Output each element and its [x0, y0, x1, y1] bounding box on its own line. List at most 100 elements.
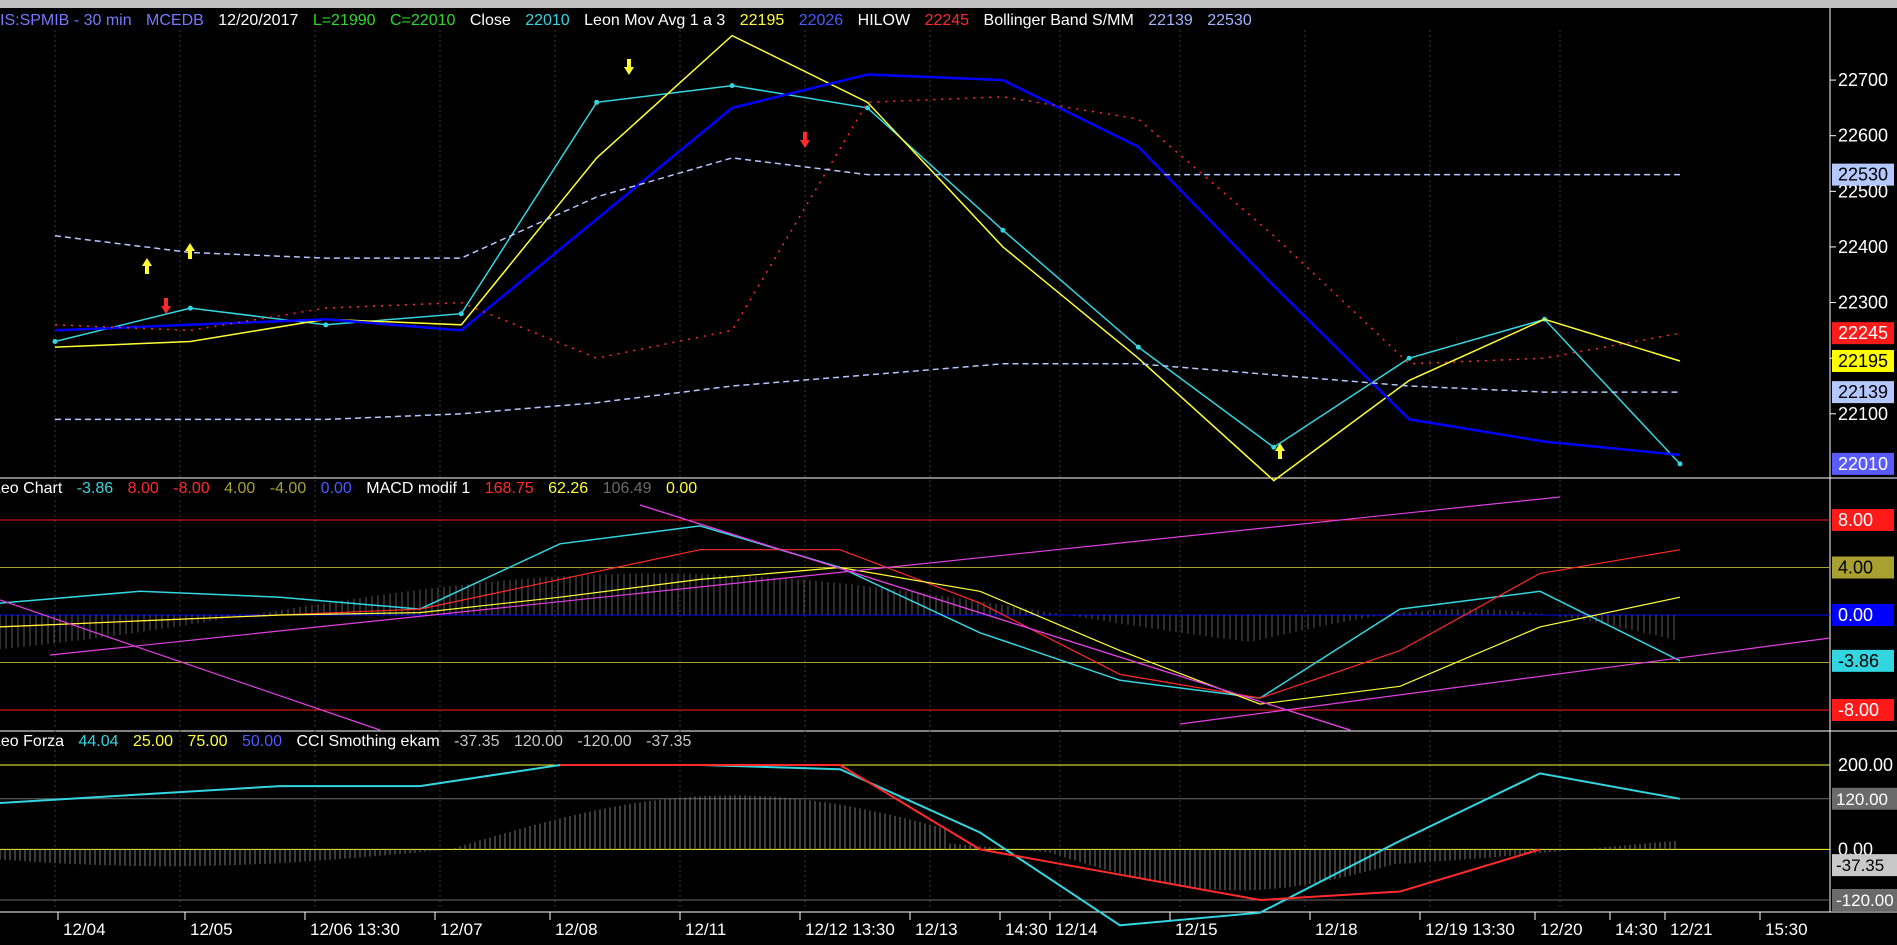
- cci-value-3: -120.00: [577, 733, 632, 750]
- close-point: [729, 83, 735, 89]
- macd-label: MACD modif 1: [366, 480, 471, 497]
- x-axis-label: 12/19 13:30: [1425, 920, 1515, 939]
- forza-tag-label: 120.00: [1836, 790, 1888, 809]
- close-point: [52, 339, 58, 344]
- x-axis-label: 12/21: [1670, 920, 1713, 939]
- leo-tag-label: -8.00: [1838, 700, 1879, 720]
- x-axis-label: 12/13: [915, 920, 958, 939]
- sell-arrow-icon: [800, 132, 810, 148]
- cci-label: CCI Smothing ekam: [296, 733, 440, 750]
- cci-value-4: -37.35: [646, 733, 692, 750]
- close-point: [1000, 227, 1006, 233]
- x-axis-label: 12/18: [1315, 920, 1358, 939]
- x-axis-label: 12/08: [555, 920, 598, 939]
- close-point: [594, 99, 600, 105]
- close-point: [1677, 461, 1683, 467]
- forza-value-3: 75.00: [187, 733, 228, 750]
- forza-value-1: 44.04: [78, 733, 119, 750]
- series-line: [54, 84, 1681, 465]
- close-series-value: 22010: [525, 12, 570, 29]
- close-point: [187, 305, 193, 311]
- price-tag-label: 22010: [1838, 454, 1888, 474]
- close-point: [323, 322, 329, 328]
- y-tick-label: 22400: [1838, 237, 1888, 257]
- macd-value-2: 62.26: [548, 480, 589, 497]
- x-axis-label: 12/05: [190, 920, 233, 939]
- forza-tag-label: -120.00: [1836, 891, 1894, 910]
- sell-arrow-icon: [161, 298, 171, 314]
- series-line: [55, 363, 1680, 421]
- forza-tag-label: -37.35: [1836, 856, 1884, 875]
- hilow-value: 22245: [924, 12, 970, 29]
- main-panel-header: IS:SPMIB - 30 min MCEDB 12/20/2017 L=219…: [0, 12, 1262, 30]
- x-axis-label: 12/04: [63, 920, 106, 939]
- y-tick-label: 22300: [1838, 293, 1888, 313]
- x-axis-label: 12/15: [1175, 920, 1218, 939]
- trend-line: [639, 504, 1351, 731]
- window-toolbar-strip: [0, 0, 1897, 8]
- price-tag-label: 22195: [1838, 351, 1888, 371]
- x-axis-label: 12/20: [1540, 920, 1583, 939]
- hilow-label: HILOW: [857, 12, 911, 29]
- price-tag-label: 22139: [1838, 382, 1888, 402]
- macd-value-3: 106.49: [602, 480, 652, 497]
- macd-value-4: 0.00: [666, 480, 698, 497]
- cci-value-2: 120.00: [513, 733, 563, 750]
- symbol-label: IS:SPMIB - 30 min: [0, 12, 132, 29]
- series-line: [54, 157, 1680, 259]
- leo-tag-label: 0.00: [1838, 605, 1873, 625]
- macd-value-1: 168.75: [484, 480, 534, 497]
- close-point: [458, 311, 464, 317]
- close-eq-label: C=22010: [390, 12, 456, 29]
- leo-tag-label: 8.00: [1838, 510, 1873, 530]
- chart-stage: 2270022600225002240022300222002210022530…: [0, 0, 1897, 940]
- low-label: L=21990: [312, 12, 376, 29]
- x-axis-label: 12/14: [1055, 920, 1098, 939]
- leo-tag-label: -3.86: [1838, 651, 1879, 671]
- x-axis-label: 12/11: [685, 920, 726, 939]
- x-axis-label: 12/12 13:30: [805, 920, 895, 939]
- leo-value-2: 8.00: [127, 480, 159, 497]
- ma-series-label: Leon Mov Avg 1 a 3: [584, 12, 726, 29]
- leo-tag-label: 4.00: [1838, 558, 1873, 578]
- bollinger-label: Bollinger Band S/MM: [983, 12, 1134, 29]
- x-axis-label: 14:30: [1615, 920, 1658, 939]
- y-tick-label: 22700: [1838, 70, 1888, 90]
- leo-value-1: -3.86: [76, 480, 114, 497]
- close-point: [1135, 344, 1141, 350]
- forza-value-4: 50.00: [242, 733, 283, 750]
- sell-arrow-icon: [624, 59, 634, 75]
- leo-panel-header: Leo Chart -3.86 8.00 -8.00 4.00 -4.00 0.…: [0, 480, 707, 498]
- chart-svg: 2270022600225002240022300222002210022530…: [0, 0, 1897, 939]
- series-line: [54, 34, 1681, 482]
- close-series-label: Close: [469, 12, 511, 29]
- forza-label: Leo Forza: [0, 733, 65, 750]
- leo-value-5: -4.00: [269, 480, 307, 497]
- price-tag-label: 22245: [1838, 323, 1888, 343]
- bollinger-value-2: 22530: [1207, 12, 1252, 29]
- forza-value-2: 25.00: [133, 733, 174, 750]
- cci-value-1: -37.35: [454, 733, 500, 750]
- bollinger-value-1: 22139: [1148, 12, 1193, 29]
- forza-tick-label: 200.00: [1838, 755, 1893, 775]
- trend-line: [1179, 637, 1831, 725]
- x-axis-label: 12/07: [440, 920, 483, 939]
- leo-value-3: -8.00: [173, 480, 210, 497]
- forza-panel-header: Leo Forza 44.04 25.00 75.00 50.00 CCI Sm…: [0, 733, 701, 751]
- ma-value-2: 22026: [798, 12, 844, 29]
- close-point: [1406, 355, 1412, 361]
- leo-chart-label: Leo Chart: [0, 480, 63, 497]
- buy-arrow-icon: [185, 243, 195, 259]
- price-tag-label: 22530: [1838, 165, 1888, 185]
- date-label: 12/20/2017: [218, 12, 299, 29]
- source-label: MCEDB: [146, 12, 204, 29]
- x-axis-label: 15:30: [1765, 920, 1808, 939]
- close-point: [865, 105, 870, 111]
- leo-value-4: 4.00: [224, 480, 256, 497]
- x-axis-label: 12/06 13:30: [310, 920, 400, 939]
- ma-value-1: 22195: [739, 12, 785, 29]
- leo-value-6: 0.00: [320, 480, 352, 497]
- y-tick-label: 22100: [1838, 404, 1888, 424]
- buy-arrow-icon: [142, 258, 152, 274]
- x-axis-label: 14:30: [1005, 920, 1048, 939]
